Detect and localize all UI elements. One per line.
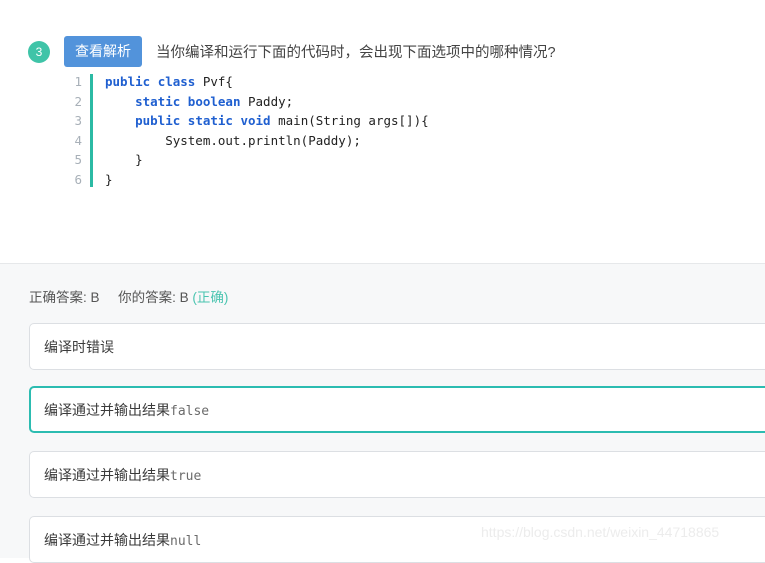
code-line-number: 5 [74, 152, 82, 167]
option-d-label: 编译通过并输出结果null [44, 531, 202, 549]
code-line: } [105, 171, 113, 187]
code-line-number: 1 [74, 74, 82, 89]
code-line: } [105, 152, 143, 167]
correct-answer-label: 正确答案: [29, 290, 87, 305]
option-c-code-value: true [170, 468, 202, 484]
question-text: 当你编译和运行下面的代码时，会出现下面选项中的哪种情况? [156, 45, 556, 61]
question-header: 3 查看解析 当你编译和运行下面的代码时，会出现下面选项中的哪种情况? [28, 36, 556, 67]
your-answer-label: 你的答案: [118, 290, 176, 305]
code-line: public class Pvf{ [105, 74, 233, 89]
code-block: 1 2 3 4 5 6 public class Pvf{ static boolean … [64, 72, 429, 189]
question-number-badge: 3 [28, 40, 50, 63]
view-analysis-button[interactable]: 查看解析 [64, 36, 142, 67]
code-line: static boolean Paddy; [135, 93, 294, 109]
your-answer-value: B [179, 290, 189, 305]
code-line-numbers: 1 2 3 4 5 6 [64, 72, 82, 189]
option-b-label: 编译通过并输出结果false [44, 401, 210, 419]
verdict-badge: (正确) [192, 290, 229, 305]
code-line: public static void main(String args[]){ [135, 113, 429, 128]
option-a-label: 编译时错误 [44, 338, 114, 355]
option-b[interactable]: 编译通过并输出结果false [29, 386, 765, 433]
option-a[interactable]: 编译时错误 [29, 323, 765, 370]
answer-summary: 正确答案: B 你的答案: B (正确) [29, 286, 228, 306]
option-c[interactable]: 编译通过并输出结果true [29, 451, 765, 498]
code-line-number: 6 [74, 171, 82, 187]
option-d[interactable]: 编译通过并输出结果null [29, 516, 765, 563]
option-d-code-value: null [170, 533, 202, 549]
code-line: System.out.println(Paddy); [105, 132, 361, 148]
question-section: 3 查看解析 当你编译和运行下面的代码时，会出现下面选项中的哪种情况? 1 2 3 4… [0, 0, 765, 263]
code-content: public class Pvf{ static boolean Paddy; … [93, 72, 429, 189]
correct-answer-value: B [90, 290, 100, 305]
code-line-number: 4 [74, 132, 82, 148]
option-c-label: 编译通过并输出结果true [44, 466, 202, 484]
code-line-number: 2 [74, 93, 82, 109]
option-b-code-value: false [170, 403, 210, 419]
code-line-number: 3 [74, 113, 82, 128]
